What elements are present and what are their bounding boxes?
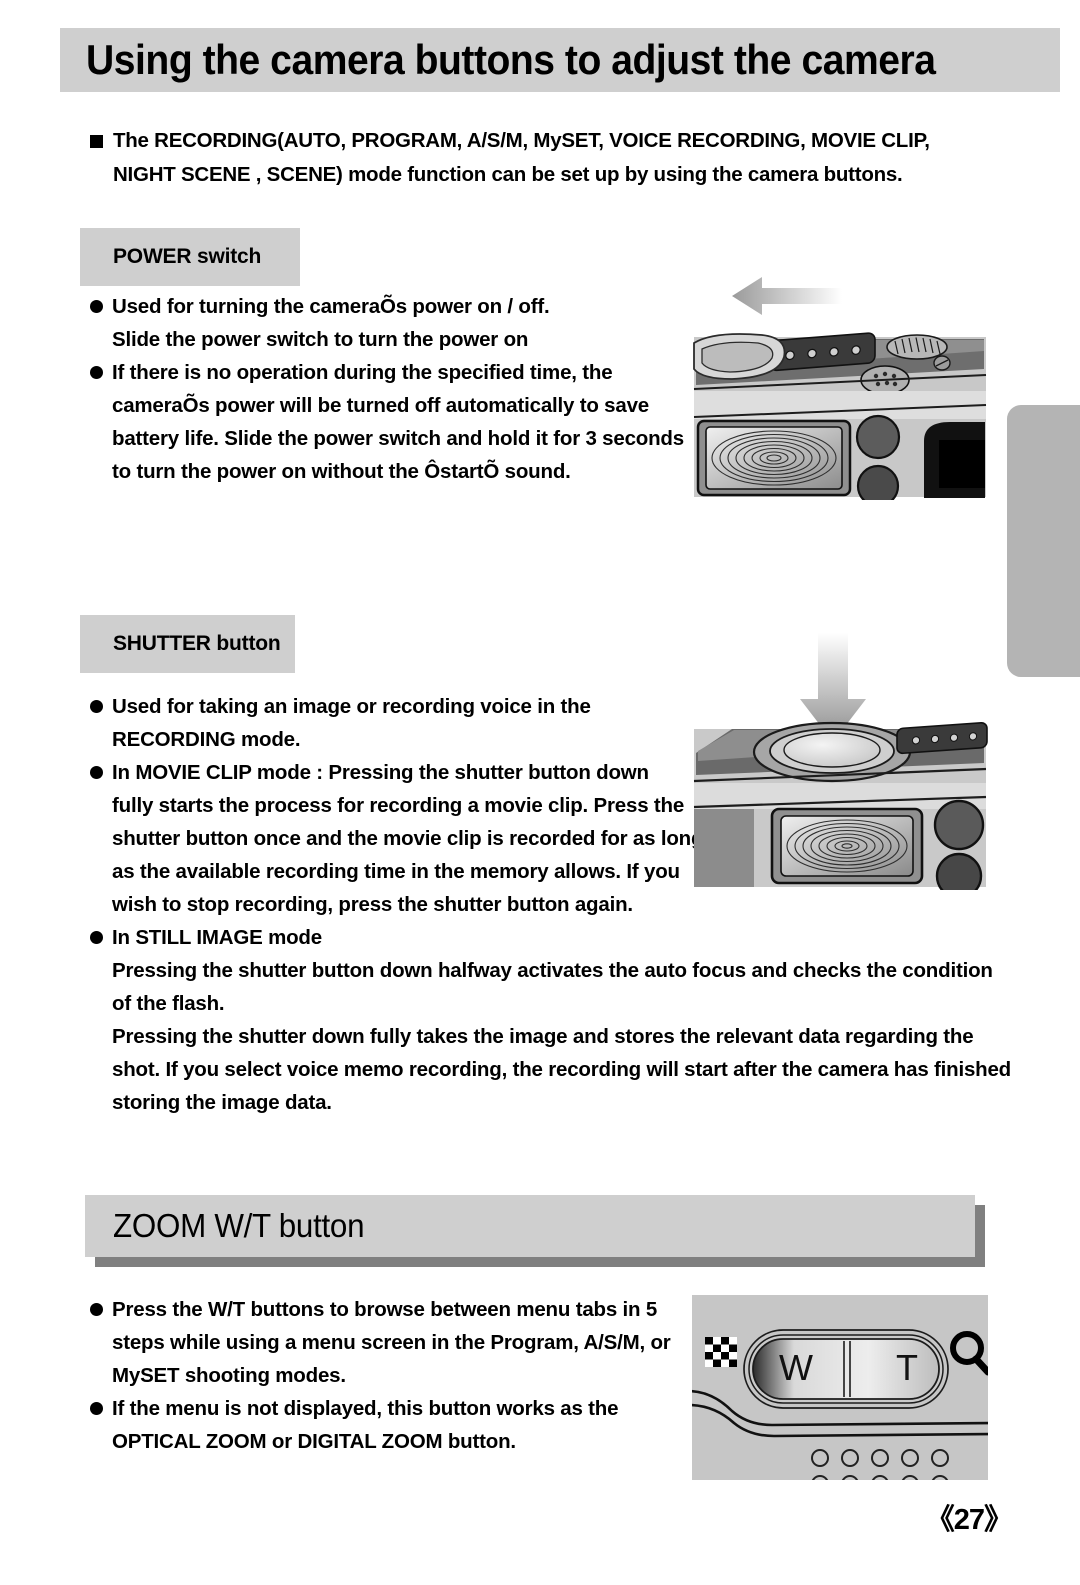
bullet-text: to turn the power on without the ÔstartÕ… [112,460,571,483]
list-item-cont: Pressing the shutter button down halfway… [90,954,1070,987]
list-item-cont: battery life. Slide the power switch and… [90,422,730,455]
bullet-text: steps while using a menu screen in the P… [112,1331,671,1354]
round-bullet-icon [90,700,103,713]
page-title-banner: Using the camera buttons to adjust the c… [60,28,1060,92]
bullet-text: In STILL IMAGE mode [112,926,322,949]
camera-lens [770,807,924,885]
camera-lens [696,419,852,497]
wide-label: W [779,1347,813,1388]
power-switch-body: Used for turning the cameraÕs power on /… [90,290,730,488]
round-bullet-icon [90,1402,103,1415]
bullet-text: In MOVIE CLIP mode : Pressing the shutte… [112,761,649,784]
viewfinder-window [924,422,985,498]
illustration-shutter-button [692,625,988,890]
mode-dial [886,334,948,360]
bullet-text: Slide the power switch to turn the power… [112,328,529,351]
zoom-wt-body: Press the W/T buttons to browse between … [90,1293,730,1458]
illustration-zoom-rocker: W T [692,1295,988,1480]
list-item: Press the W/T buttons to browse between … [90,1293,730,1326]
intro-text-2: NIGHT SCENE , SCENE) mode function can b… [113,163,903,186]
power-switch-slider [896,721,988,755]
square-bullet-icon [90,135,103,148]
page-number: 《27》 [925,1504,1013,1536]
camera-body [693,721,988,890]
list-item-cont: of the flash. [90,987,1070,1020]
page-title: Using the camera buttons to adjust the c… [86,36,936,83]
camera-body [693,332,987,500]
section-label-power-switch: POWER switch [80,228,300,286]
list-item: In STILL IMAGE mode [90,921,1070,954]
shutter-button-label: SHUTTER button [113,632,281,655]
bullet-text: Used for turning the cameraÕs power on /… [112,295,550,318]
list-item-cont: shot. If you select voice memo recording… [90,1053,1070,1086]
round-bullet-icon [90,366,103,379]
list-item-cont: OPTICAL ZOOM or DIGITAL ZOOM button. [90,1425,730,1458]
intro-text-1: The RECORDING(AUTO, PROGRAM, A/S/M, MySE… [113,129,930,152]
band-face: ZOOM W/T button [85,1195,975,1257]
bullet-text: MySET shooting modes. [112,1364,346,1387]
bullet-text: shutter button once and the movie clip i… [112,827,704,850]
bullet-text: as the available recording time in the m… [112,860,680,883]
round-bullet-icon [90,300,103,313]
section-label-shutter-button: SHUTTER button [80,615,295,673]
section-band-zoom-wt: ZOOM W/T button [85,1195,985,1267]
bullet-text: cameraÕs power will be turned off automa… [112,394,649,417]
bullet-text: Used for taking an image or recording vo… [112,695,591,718]
bullet-text: wish to stop recording, press the shutte… [112,893,633,916]
list-item-cont: Pressing the shutter down fully takes th… [90,1020,1070,1053]
list-item-cont: to turn the power on without the ÔstartÕ… [90,455,730,488]
intro-line-1: The RECORDING(AUTO, PROGRAM, A/S/M, MySE… [90,124,1010,158]
intro-block: The RECORDING(AUTO, PROGRAM, A/S/M, MySE… [90,124,1010,192]
zoom-rocker: W T [743,1329,949,1409]
bullet-text: OPTICAL ZOOM or DIGITAL ZOOM button. [112,1430,516,1453]
list-item: If the menu is not displayed, this butto… [90,1392,730,1425]
list-item-cont: cameraÕs power will be turned off automa… [90,389,730,422]
tele-label: T [896,1347,918,1388]
round-bullet-icon [90,1303,103,1316]
illustration-power-switch [692,265,988,500]
checkerboard-icon [705,1337,737,1367]
list-item-cont: wish to stop recording, press the shutte… [90,888,1070,921]
list-item-cont: MySET shooting modes. [90,1359,730,1392]
bullet-text: Pressing the shutter button down halfway… [112,959,993,982]
bullet-text: of the flash. [112,992,225,1015]
list-item-cont: storing the image data. [90,1086,1070,1119]
camera-back-zoom-svg: W T [692,1295,988,1480]
page-index-tab [1007,405,1080,677]
bullet-text: fully starts the process for recording a… [112,794,685,817]
list-item-cont: steps while using a menu screen in the P… [90,1326,730,1359]
round-bullet-icon [90,766,103,779]
left-arrow-icon [732,277,842,315]
bullet-text: Press the W/T buttons to browse between … [112,1298,658,1321]
bullet-text: Pressing the shutter down fully takes th… [112,1025,974,1048]
bullet-text: RECORDING mode. [112,728,301,751]
intro-line-2: NIGHT SCENE , SCENE) mode function can b… [90,158,1010,192]
bullet-text: If the menu is not displayed, this butto… [112,1397,619,1420]
list-item: If there is no operation during the spec… [90,356,730,389]
zoom-wt-label: ZOOM W/T button [113,1207,365,1244]
round-bullet-icon [90,931,103,944]
camera-top-shutter-svg [693,633,988,890]
power-switch-label: POWER switch [113,245,262,268]
list-item-cont: Slide the power switch to turn the power… [90,323,730,356]
list-item: Used for turning the cameraÕs power on /… [90,290,730,323]
camera-top-power-svg [693,277,987,500]
bullet-text: storing the image data. [112,1091,332,1114]
bullet-text: battery life. Slide the power switch and… [112,427,684,450]
bullet-text: If there is no operation during the spec… [112,361,613,384]
bullet-text: shot. If you select voice memo recording… [112,1058,1011,1081]
